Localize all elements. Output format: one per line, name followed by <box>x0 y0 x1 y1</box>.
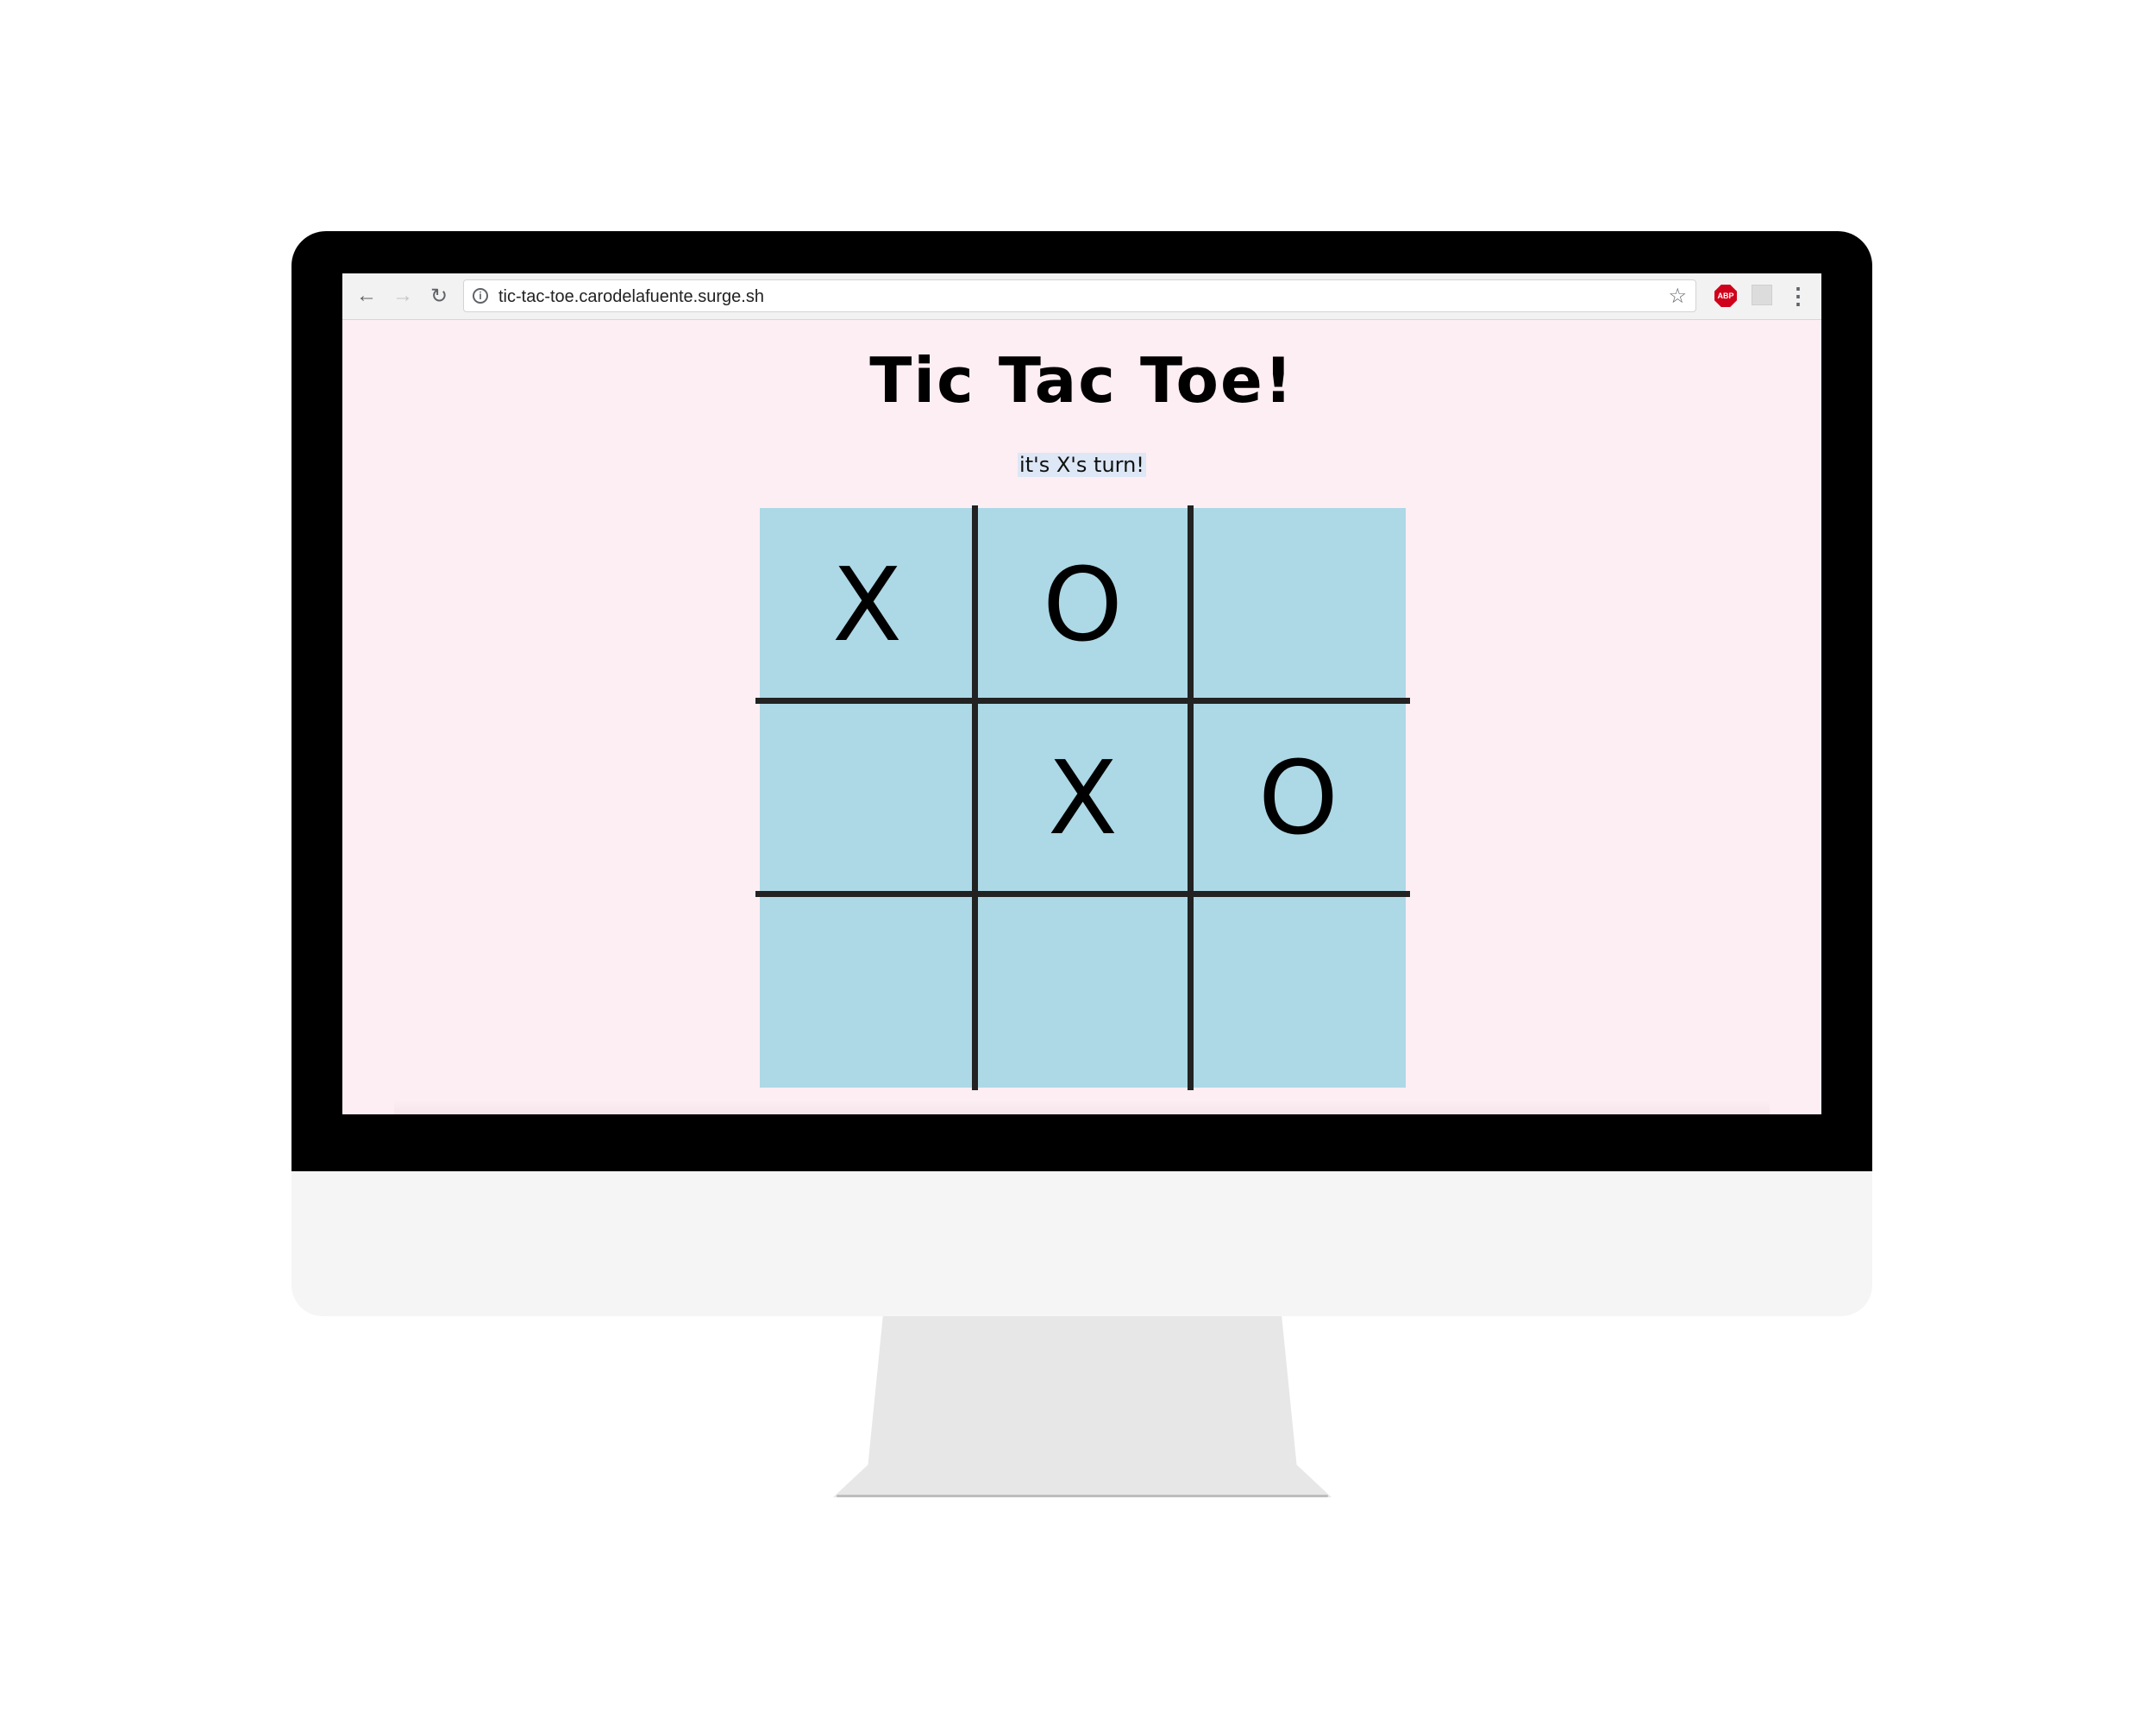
browser-screen: ← → ↻ i tic-tac-toe.carodelafuente.surge… <box>342 273 1821 1114</box>
board-cell-0-2[interactable] <box>1191 508 1406 701</box>
url-text[interactable]: tic-tac-toe.carodelafuente.surge.sh <box>498 287 764 307</box>
monitor-chin <box>291 1171 1872 1316</box>
site-info-icon[interactable]: i <box>473 288 488 304</box>
monitor-stand <box>833 1316 1332 1497</box>
board-cell-0-0[interactable]: X <box>760 508 975 701</box>
browser-menu-icon[interactable]: ⋮ <box>1787 282 1809 310</box>
reload-button[interactable]: ↻ <box>425 282 453 310</box>
bookmark-star-icon[interactable]: ☆ <box>1668 284 1687 309</box>
stage: ← → ↻ i tic-tac-toe.carodelafuente.surge… <box>0 0 2156 1725</box>
back-button[interactable]: ← <box>353 282 380 310</box>
screen-bottom-shadow <box>394 1100 1770 1114</box>
forward-arrow-icon: → <box>392 284 413 307</box>
game-board: X O X O <box>755 505 1410 1090</box>
board-cell-2-0[interactable] <box>760 894 975 1088</box>
back-arrow-icon: ← <box>356 284 377 307</box>
grid-line-horizontal <box>755 698 1410 704</box>
grid-line-vertical <box>1188 505 1194 1090</box>
board-cell-2-1[interactable] <box>975 894 1190 1088</box>
board-cell-1-2[interactable]: O <box>1191 701 1406 894</box>
board-cell-1-0[interactable] <box>760 701 975 894</box>
reload-icon: ↻ <box>429 284 448 308</box>
board-cell-1-1[interactable]: X <box>975 701 1190 894</box>
grid-line-horizontal <box>755 891 1410 897</box>
page-title: Tic Tac Toe! <box>869 344 1294 417</box>
grid-line-vertical <box>972 505 978 1090</box>
extension-icon[interactable] <box>1752 285 1772 305</box>
adblock-extension-icon[interactable]: ABP <box>1714 285 1737 307</box>
address-bar[interactable]: i tic-tac-toe.carodelafuente.surge.sh ☆ <box>463 279 1696 312</box>
monitor-stand-base <box>837 1495 1328 1497</box>
forward-button[interactable]: → <box>389 282 417 310</box>
board-cell-0-1[interactable]: O <box>975 508 1190 701</box>
turn-status-wrapper: it's X's turn! <box>342 453 1821 477</box>
browser-toolbar: ← → ↻ i tic-tac-toe.carodelafuente.surge… <box>342 273 1821 320</box>
turn-status: it's X's turn! <box>1018 453 1146 477</box>
board-cell-2-2[interactable] <box>1191 894 1406 1088</box>
